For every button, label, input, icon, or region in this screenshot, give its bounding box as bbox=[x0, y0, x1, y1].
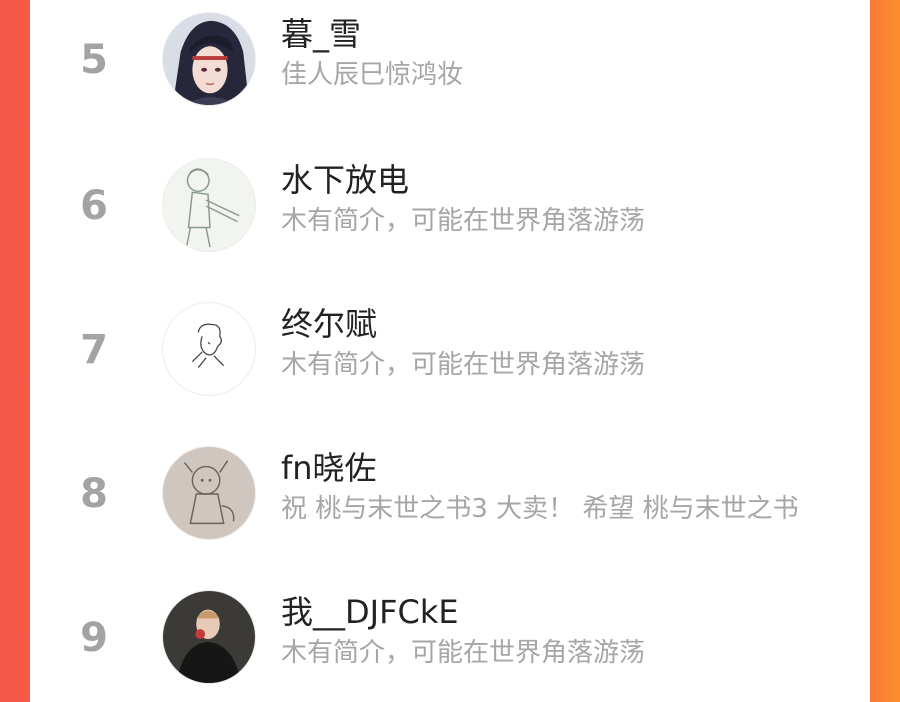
sketch-figure-avatar-icon[interactable] bbox=[162, 158, 256, 252]
user-bio: 木有简介，可能在世界角落游荡 bbox=[281, 206, 646, 236]
user-bio: 木有简介，可能在世界角落游荡 bbox=[281, 350, 646, 380]
user-name[interactable]: 我__DJFCkE bbox=[281, 592, 459, 632]
anime-character-avatar-icon[interactable] bbox=[162, 12, 256, 106]
rank-number: 5 bbox=[80, 37, 108, 83]
ranking-row[interactable]: 7 终尔赋 木有简介，可能在世界角落游荡 bbox=[30, 290, 870, 410]
user-name[interactable]: 暮_雪 bbox=[281, 14, 361, 54]
rank-number: 8 bbox=[80, 471, 108, 517]
user-bio: 祝 桃与末世之书3 大卖！ 希望 桃与末世之书 bbox=[281, 494, 799, 524]
ranking-row[interactable]: 6 水下放电 木有简介，可能在世界角落游荡 bbox=[30, 146, 870, 266]
ranking-row[interactable]: 9 我__DJFCkE 木有简介，可能在世界角落游荡 bbox=[30, 578, 870, 698]
ranking-list: 5 暮_雪 佳人辰巳惊鸿妆 6 水下放电 木有简介，可能在世界角落游荡 7 终尔… bbox=[30, 0, 870, 702]
pencil-drawing-avatar-icon[interactable] bbox=[162, 446, 256, 540]
line-sketch-avatar-icon[interactable] bbox=[162, 302, 256, 396]
user-name[interactable]: fn晓佐 bbox=[281, 448, 377, 488]
ranking-row[interactable]: 5 暮_雪 佳人辰巳惊鸿妆 bbox=[30, 0, 870, 120]
rank-number: 6 bbox=[80, 183, 108, 229]
rank-number: 7 bbox=[80, 327, 108, 373]
user-name[interactable]: 终尔赋 bbox=[281, 304, 377, 344]
user-bio: 佳人辰巳惊鸿妆 bbox=[281, 60, 464, 90]
rank-number: 9 bbox=[80, 615, 108, 661]
user-bio: 木有简介，可能在世界角落游荡 bbox=[281, 638, 646, 668]
photo-portrait-avatar-icon[interactable] bbox=[162, 590, 256, 684]
ranking-row[interactable]: 8 fn晓佐 祝 桃与末世之书3 大卖！ 希望 桃与末世之书 bbox=[30, 434, 870, 554]
user-name[interactable]: 水下放电 bbox=[281, 160, 409, 200]
